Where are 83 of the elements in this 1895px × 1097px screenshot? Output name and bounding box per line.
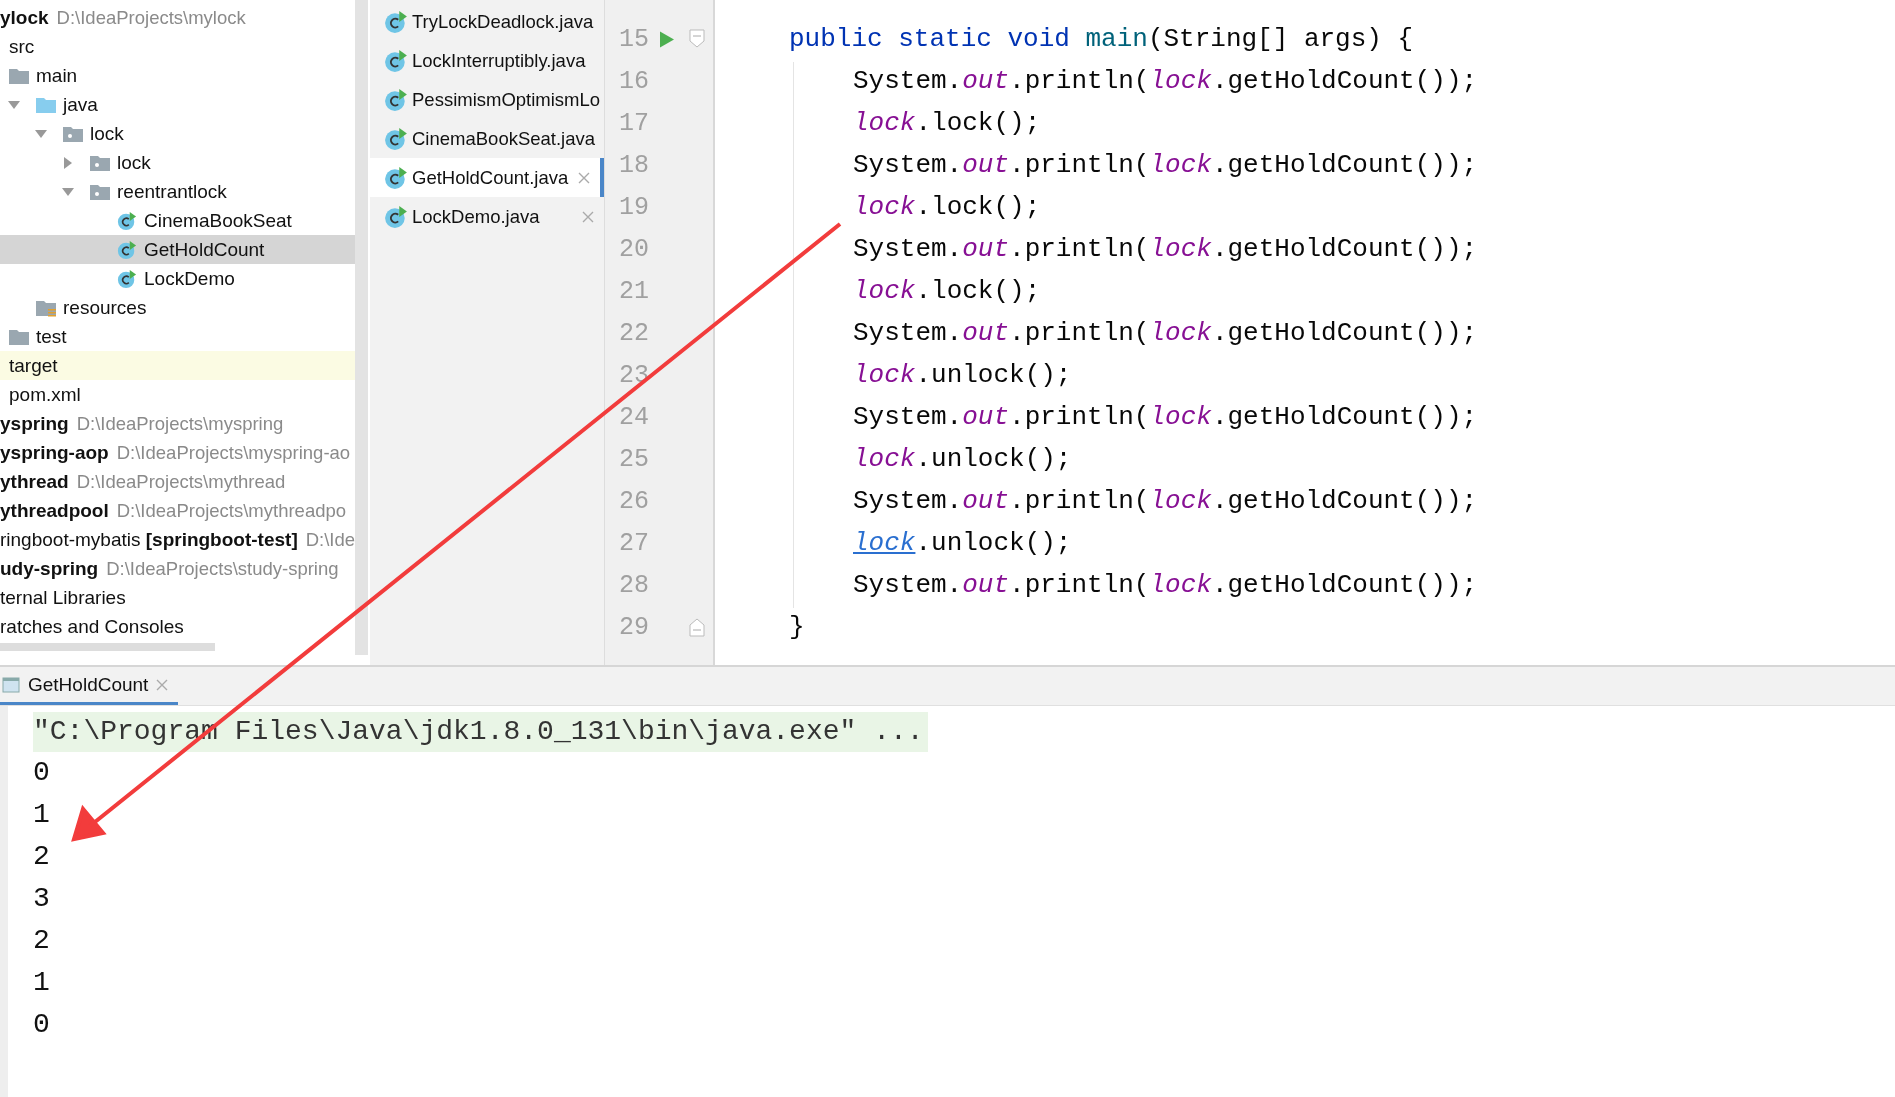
tree-item[interactable]: yspring-aop D:\IdeaProjects\myspring-ao (0, 438, 355, 467)
tree-item[interactable]: ternal Libraries (0, 583, 355, 612)
console-icon (2, 676, 20, 693)
code-line: System.out.println(lock.getHoldCount()); (852, 233, 1479, 266)
tree-item[interactable]: ratches and Consoles (0, 612, 355, 641)
tree-item[interactable]: java (0, 90, 355, 119)
code-line: lock.unlock(); (852, 443, 1073, 476)
line-number: 28 (618, 570, 649, 600)
line-number: 25 (618, 444, 649, 474)
tree-item[interactable]: resources (0, 293, 355, 322)
line-number: 27 (618, 528, 649, 558)
close-icon[interactable] (578, 171, 590, 184)
tree-item[interactable]: ythread D:\IdeaProjects\mythread (0, 467, 355, 496)
tree-item[interactable]: LockDemo (0, 264, 355, 293)
line-number: 21 (618, 276, 649, 306)
class-icon (384, 204, 408, 229)
run-icon[interactable] (659, 29, 675, 49)
class-icon (116, 210, 138, 231)
class-icon (384, 48, 408, 73)
line-number: 26 (618, 486, 649, 516)
code-line: System.out.println(lock.getHoldCount()); (852, 149, 1479, 182)
output-line: 3 (33, 882, 51, 916)
code-line: System.out.println(lock.getHoldCount()); (852, 569, 1479, 602)
code-line: System.out.println(lock.getHoldCount()); (852, 317, 1479, 350)
line-number: 29 (618, 612, 649, 642)
tree-item[interactable]: lock (0, 148, 355, 177)
fold-icon[interactable] (689, 617, 705, 637)
line-number: 20 (618, 234, 649, 264)
code-line: lock.unlock(); (852, 527, 1073, 560)
code-line: lock.lock(); (852, 191, 1042, 224)
output-line: 0 (33, 756, 51, 790)
tree-item[interactable]: pom.xml (0, 380, 355, 409)
tree-item[interactable]: target (0, 351, 355, 380)
class-icon (384, 87, 408, 112)
close-icon[interactable] (156, 678, 169, 691)
console-tab[interactable]: GetHoldCount (0, 667, 179, 705)
line-number: 24 (618, 402, 649, 432)
line-number: 15 (618, 24, 649, 54)
line-number: 17 (618, 108, 649, 138)
tree-item[interactable]: ythreadpool D:\IdeaProjects\mythreadpo (0, 496, 355, 525)
line-number: 19 (618, 192, 649, 222)
tree-item[interactable]: main (0, 61, 355, 90)
line-number: 18 (618, 150, 649, 180)
tree-item[interactable]: test (0, 322, 355, 351)
fold-icon[interactable] (689, 29, 705, 49)
class-icon (116, 268, 138, 289)
file-tab[interactable]: GetHoldCount.java (370, 158, 604, 197)
tree-item[interactable]: udy-spring D:\IdeaProjects\study-spring (0, 554, 355, 583)
output-line: 2 (33, 924, 51, 958)
tree-item[interactable]: lock (0, 119, 355, 148)
tree-item[interactable]: reentrantlock (0, 177, 355, 206)
tree-item[interactable]: CinemaBookSeat (0, 206, 355, 235)
code-line: } (788, 611, 806, 644)
code-line: public static void main(String[] args) { (788, 23, 1415, 56)
code-line: System.out.println(lock.getHoldCount()); (852, 485, 1479, 518)
output-line: 2 (33, 840, 51, 874)
close-icon[interactable] (582, 210, 594, 223)
class-icon (384, 165, 408, 190)
code-line: System.out.println(lock.getHoldCount()); (852, 65, 1479, 98)
output-line: 0 (33, 1008, 51, 1042)
file-tab[interactable]: LockDemo.java (370, 197, 604, 236)
class-icon (384, 9, 408, 34)
file-tab[interactable]: LockInterruptibly.java (370, 41, 604, 80)
code-line: lock.lock(); (852, 107, 1042, 140)
tree-item[interactable]: src (0, 32, 355, 61)
code-line: lock.lock(); (852, 275, 1042, 308)
scrollbar[interactable] (355, 0, 368, 655)
output-line: 1 (33, 966, 51, 1000)
class-icon (384, 126, 408, 151)
code-line: lock.unlock(); (852, 359, 1073, 392)
line-number: 16 (618, 66, 649, 96)
line-number: 22 (618, 318, 649, 348)
file-tab[interactable]: PessimismOptimismLo (370, 80, 604, 119)
tree-item[interactable]: ringboot-mybatis [springboot-test] D:\Ide (0, 525, 355, 554)
scrollbar[interactable] (0, 643, 215, 651)
code-line: System.out.println(lock.getHoldCount()); (852, 401, 1479, 434)
tree-item[interactable]: ylock D:\IdeaProjects\mylock (0, 3, 355, 32)
file-tab[interactable]: TryLockDeadlock.java (370, 2, 604, 41)
file-tab[interactable]: CinemaBookSeat.java (370, 119, 604, 158)
tree-item[interactable]: yspring D:\IdeaProjects\myspring (0, 409, 355, 438)
class-icon (116, 239, 138, 260)
tree-item[interactable]: GetHoldCount (0, 235, 355, 264)
output-line: 1 (33, 798, 51, 832)
